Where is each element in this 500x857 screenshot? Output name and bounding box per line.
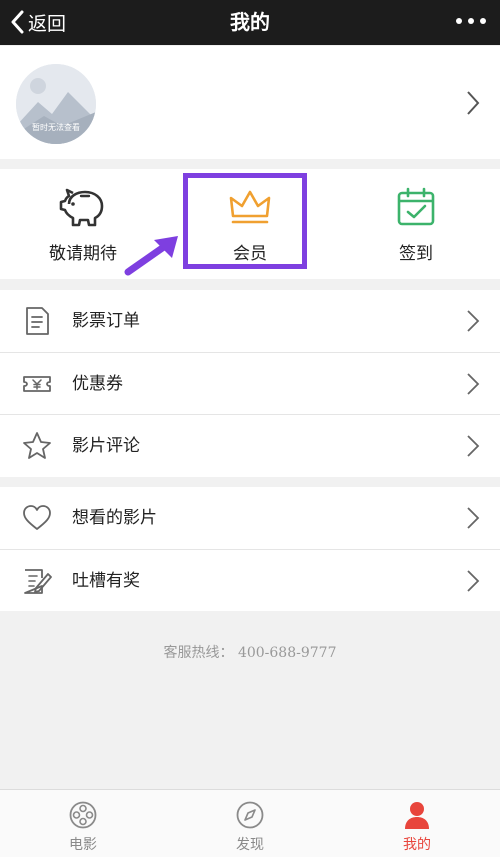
menu-item-ticket-orders[interactable]: 影票订单 — [0, 290, 500, 352]
more-dot-icon — [480, 18, 486, 24]
piggy-bank-icon — [59, 188, 104, 227]
chevron-right-icon — [467, 570, 480, 592]
top-nav-bar: 返回 我的 — [0, 0, 500, 45]
quick-action-check-in[interactable]: 签到 — [351, 169, 481, 279]
menu-item-label: 影片评论 — [72, 436, 140, 456]
tab-mine[interactable]: 我的 — [334, 790, 500, 857]
chevron-right-icon — [467, 310, 480, 332]
chevron-right-icon — [467, 435, 480, 457]
quick-action-label: 签到 — [399, 244, 433, 264]
profile-card[interactable]: 暂时无法查看 — [0, 46, 500, 159]
coupon-icon — [23, 376, 51, 392]
chevron-right-icon — [467, 507, 480, 529]
menu-item-coupons[interactable]: 优惠券 — [0, 352, 500, 414]
menu-item-feedback[interactable]: 吐槽有奖 — [0, 549, 500, 611]
tab-discover[interactable]: 发现 — [167, 790, 333, 857]
menu-item-label: 想看的影片 — [72, 508, 157, 528]
more-options-button[interactable] — [456, 12, 486, 30]
compass-icon — [236, 801, 264, 829]
page-title: 我的 — [230, 10, 270, 34]
tab-label: 发现 — [236, 837, 264, 853]
avatar-caption: 暂时无法查看 — [32, 123, 80, 132]
back-label: 返回 — [28, 12, 67, 35]
film-reel-icon — [69, 801, 97, 829]
avatar[interactable]: 暂时无法查看 — [16, 64, 96, 144]
customer-service-hotline: 客服热线： 400-688-9777 — [163, 645, 337, 661]
feedback-icon — [24, 569, 52, 594]
menu-item-movie-reviews[interactable]: 影片评论 — [0, 414, 500, 476]
more-dot-icon — [456, 18, 462, 24]
menu-group-misc: 想看的影片 吐槽有奖 — [0, 487, 500, 611]
tab-label: 我的 — [403, 837, 431, 853]
star-icon — [23, 432, 51, 459]
pointer-arrow-icon — [124, 236, 178, 276]
heart-icon — [23, 505, 51, 530]
menu-item-wishlist[interactable]: 想看的影片 — [0, 487, 500, 549]
menu-item-label: 吐槽有奖 — [72, 571, 140, 591]
menu-item-label: 优惠券 — [72, 374, 123, 394]
ticket-order-icon — [26, 307, 49, 335]
bottom-tab-bar: 电影 发现 我的 — [0, 789, 500, 857]
menu-item-label: 影票订单 — [72, 311, 140, 331]
back-chevron-icon — [11, 10, 24, 34]
more-dot-icon — [468, 18, 474, 24]
back-button[interactable]: 返回 — [10, 8, 66, 36]
chevron-right-icon — [467, 373, 480, 395]
person-icon — [405, 802, 429, 829]
highlight-annotation-box — [183, 173, 307, 269]
menu-group-orders: 影票订单 优惠券 影片评论 — [0, 290, 500, 477]
tab-movies[interactable]: 电影 — [0, 790, 166, 857]
calendar-check-icon — [397, 187, 435, 226]
chevron-right-icon — [467, 91, 480, 115]
tab-label: 电影 — [69, 837, 97, 853]
